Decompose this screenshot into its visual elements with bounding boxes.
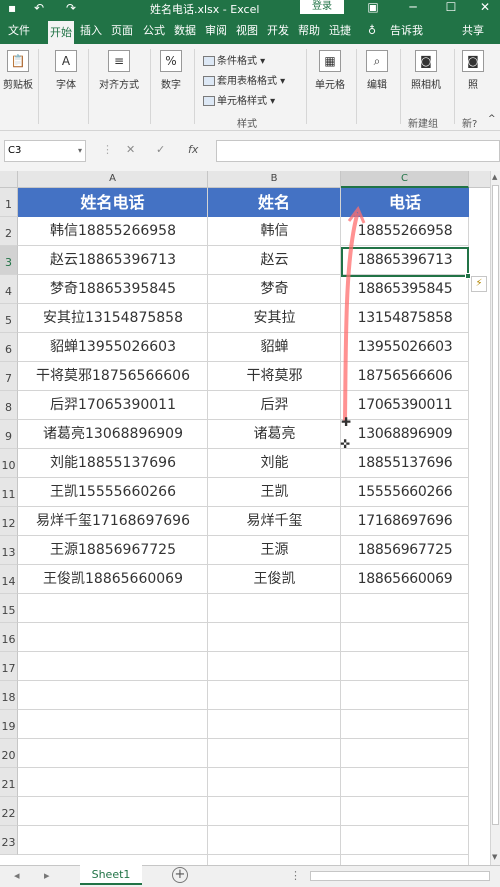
check-icon[interactable]: ✓ <box>156 143 165 156</box>
separator <box>88 49 89 124</box>
tell-me[interactable]: 告诉我 <box>390 23 423 44</box>
sheet-tab-bar: ◂ ▸ Sheet1 + ⋮ <box>0 865 500 887</box>
camera-icon: ◙ <box>462 50 484 72</box>
font-icon: A <box>55 50 77 72</box>
tab-page-layout[interactable]: 页面 <box>111 23 133 44</box>
number-button[interactable]: % 数字 <box>154 50 188 91</box>
tab-view[interactable]: 视图 <box>236 23 258 44</box>
separator <box>400 49 401 124</box>
camera-button-2[interactable]: ◙ 照 <box>458 50 488 91</box>
separator <box>306 49 307 124</box>
camera-button[interactable]: ◙ 照相机 <box>404 50 448 91</box>
camera-icon: ◙ <box>415 50 437 72</box>
separator <box>150 49 151 124</box>
tab-insert[interactable]: 插入 <box>80 23 102 44</box>
tab-formulas[interactable]: 公式 <box>143 23 165 44</box>
tab-home[interactable]: 开始 <box>48 21 74 44</box>
formula-input[interactable] <box>216 140 500 162</box>
drag-annotation <box>343 206 366 421</box>
ribbon: 📋 剪贴板 A 字体 ≡ 对齐方式 % 数字 条件格式 ▾ 套用表格格式 ▾ 单… <box>0 44 500 131</box>
scroll-up-icon[interactable]: ▲ <box>492 173 497 181</box>
close-icon[interactable]: ✕ <box>470 0 500 14</box>
separator <box>38 49 39 124</box>
redo-icon[interactable]: ↷ <box>66 1 76 15</box>
add-sheet-icon[interactable]: + <box>172 867 188 883</box>
vertical-scrollbar[interactable]: ▲ ▼ <box>490 171 500 865</box>
window-title: 姓名电话.xlsx - Excel <box>150 3 260 16</box>
more-icon: ⋮ <box>102 143 113 156</box>
separator <box>356 49 357 124</box>
annotation-arrow-line <box>343 213 359 421</box>
cancel-icon[interactable]: ✕ <box>126 143 135 156</box>
insert-function-icon[interactable]: fx <box>188 143 198 156</box>
collapse-ribbon-icon[interactable]: ^ <box>488 114 496 124</box>
conditional-format-button[interactable]: 条件格式 ▾ <box>203 52 265 67</box>
plus-cursor-icon: ✜ <box>340 437 351 451</box>
alignment-button[interactable]: ≡ 对齐方式 <box>92 50 146 91</box>
tab-review[interactable]: 审阅 <box>205 23 227 44</box>
cells-button[interactable]: ▦ 单元格 <box>310 50 350 91</box>
maximize-icon[interactable]: ☐ <box>436 0 466 14</box>
name-box[interactable]: C3 ▾ <box>4 140 86 162</box>
more-sheets-icon[interactable]: ⋮ <box>290 869 301 882</box>
cell-style-icon <box>203 96 215 106</box>
prev-sheet-icon[interactable]: ◂ <box>14 869 20 882</box>
separator <box>194 49 195 124</box>
search-icon: ⌕ <box>366 50 388 72</box>
clipboard-button[interactable]: 📋 剪贴板 <box>0 50 36 91</box>
cell-style-button[interactable]: 单元格样式 ▾ <box>203 92 275 107</box>
tab-data[interactable]: 数据 <box>174 23 196 44</box>
chevron-down-icon[interactable]: ▾ <box>78 141 82 161</box>
table-format-button[interactable]: 套用表格格式 ▾ <box>203 72 285 87</box>
separator <box>454 49 455 124</box>
styles-group-label: 样式 <box>237 119 257 130</box>
tab-xunjie[interactable]: 迅捷 <box>329 23 351 44</box>
spreadsheet-grid[interactable]: A B C 1 2 3 4 5 6 7 8 9 10 11 12 13 14 15 16 17 18 19 20 21 2… <box>0 171 490 865</box>
new-group-label: 新建组 <box>408 119 438 130</box>
formula-bar: C3 ▾ ⋮ ✕ ✓ fx <box>0 131 500 171</box>
title-bar: ▪ ↶ ↷ 姓名电话.xlsx - Excel 登录 ▣ ─ ☐ ✕ <box>0 0 500 18</box>
conditional-format-icon <box>203 56 215 66</box>
scrollbar-thumb[interactable] <box>492 185 499 825</box>
restore-window-icon[interactable]: ▣ <box>358 0 388 14</box>
cells-icon: ▦ <box>319 50 341 72</box>
next-sheet-icon[interactable]: ▸ <box>44 869 50 882</box>
lightbulb-icon[interactable]: ♁ <box>368 23 376 44</box>
paste-icon: 📋 <box>7 50 29 72</box>
undo-icon[interactable]: ↶ <box>34 1 44 15</box>
new-group-label-2: 新? <box>462 119 478 130</box>
tab-file[interactable]: 文件 <box>8 23 30 44</box>
table-format-icon <box>203 76 215 86</box>
share-button[interactable]: 共享 <box>462 23 484 44</box>
save-icon[interactable]: ▪ <box>8 1 16 15</box>
font-button[interactable]: A 字体 <box>48 50 84 91</box>
editing-button[interactable]: ⌕ 编辑 <box>360 50 394 91</box>
login-button[interactable]: 登录 <box>300 0 344 14</box>
percent-icon: % <box>160 50 182 72</box>
cross-cursor-icon: ✚ <box>341 415 352 429</box>
scroll-down-icon[interactable]: ▼ <box>492 853 497 861</box>
ribbon-tabs: 文件 开始 插入 页面 公式 数据 审阅 视图 开发 帮助 迅捷 ♁ 告诉我 共… <box>0 18 500 44</box>
tab-developer[interactable]: 开发 <box>267 23 289 44</box>
horizontal-scrollbar[interactable] <box>310 871 490 881</box>
tab-help[interactable]: 帮助 <box>298 23 320 44</box>
sheet-tab-sheet1[interactable]: Sheet1 <box>80 865 142 885</box>
minimize-icon[interactable]: ─ <box>398 0 428 14</box>
align-icon: ≡ <box>108 50 130 72</box>
quick-analysis-icon[interactable]: ⚡ <box>471 276 487 292</box>
